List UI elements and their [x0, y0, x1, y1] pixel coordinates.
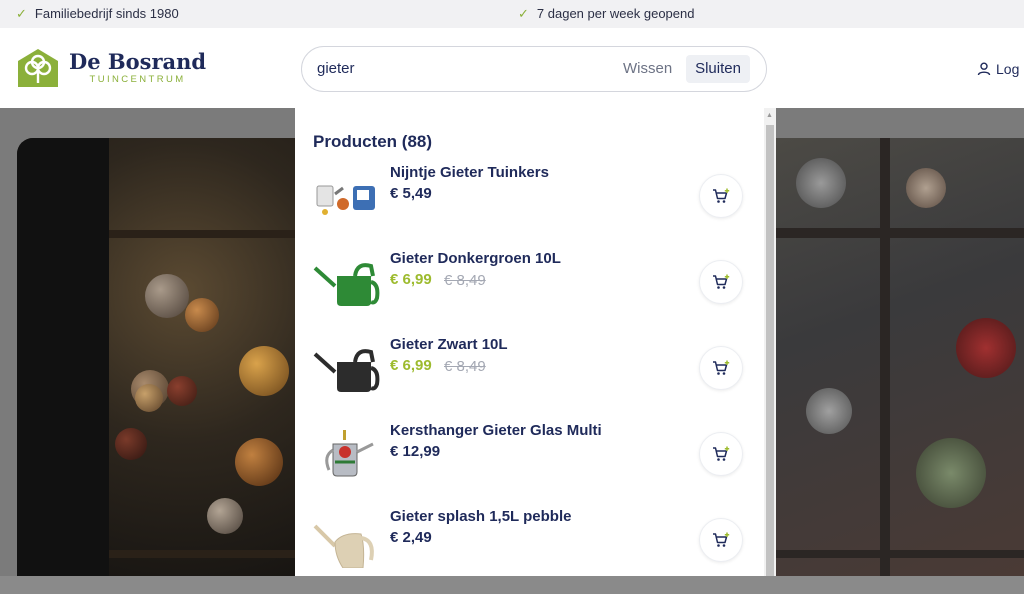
product-result-item[interactable]: Gieter Zwart 10L € 6,99 € 8,49 [295, 336, 765, 422]
add-to-cart-button[interactable] [699, 432, 743, 476]
site-header: De Bosrand TUINCENTRUM Wissen Sluiten Lo… [0, 28, 1024, 108]
add-to-cart-button[interactable] [699, 260, 743, 304]
product-sale-price: € 6,99 [390, 357, 432, 374]
login-link[interactable]: Log [977, 61, 1019, 77]
product-price: € 5,49 [390, 185, 432, 202]
logo-subtitle: TUINCENTRUM [89, 74, 186, 85]
usp-text: Familiebedrijf sinds 1980 [34, 6, 179, 21]
product-result-item[interactable]: Gieter Donkergroen 10L € 6,99 € 8,49 [295, 250, 765, 336]
scroll-up-arrow-icon[interactable]: ▲ [766, 112, 773, 119]
product-image [313, 349, 380, 392]
usp-text: 7 dagen per week geopend [536, 6, 695, 21]
product-title[interactable]: Nijntje Gieter Tuinkers [390, 164, 549, 181]
product-image [316, 185, 375, 215]
product-result-item[interactable]: Gieter splash 1,5L pebble € 2,49 [295, 508, 765, 594]
check-icon: ✓ [16, 6, 27, 21]
product-image [313, 524, 374, 568]
add-to-cart-button[interactable] [699, 346, 743, 390]
add-to-cart-button[interactable] [699, 518, 743, 562]
product-title[interactable]: Gieter Donkergroen 10L [390, 250, 561, 267]
site-logo[interactable]: De Bosrand TUINCENTRUM [17, 48, 206, 88]
usp-item: ✓ Familiebedrijf sinds 1980 [16, 6, 179, 21]
login-label: Log [996, 61, 1020, 77]
add-to-cart-button[interactable] [699, 174, 743, 218]
usp-bar: ✓ Familiebedrijf sinds 1980 ✓ 7 dagen pe… [0, 0, 1024, 28]
search-bar: Wissen Sluiten [301, 46, 767, 92]
search-input[interactable] [317, 58, 597, 78]
clear-search-button[interactable]: Wissen [623, 60, 672, 77]
cart-plus-icon [713, 446, 730, 461]
close-search-button[interactable]: Sluiten [686, 55, 750, 83]
product-result-item[interactable]: Nijntje Gieter Tuinkers € 5,49 [295, 164, 765, 250]
check-icon: ✓ [518, 6, 529, 21]
user-icon [977, 62, 991, 76]
logo-mark-icon [18, 49, 58, 87]
product-sale-price: € 6,99 [390, 271, 432, 288]
product-old-price: € 8,49 [444, 358, 486, 375]
product-title[interactable]: Kersthanger Gieter Glas Multi [390, 422, 602, 439]
product-image [325, 430, 374, 477]
product-price: € 12,99 [390, 443, 441, 460]
product-result-item[interactable]: Kersthanger Gieter Glas Multi € 12,99 [295, 422, 765, 508]
logo-name: De Bosrand [69, 49, 207, 74]
scrollbar-thumb[interactable] [766, 125, 774, 576]
usp-item: ✓ 7 dagen per week geopend [518, 6, 694, 21]
product-price: € 2,49 [390, 529, 432, 546]
cart-plus-icon [713, 532, 730, 547]
product-title[interactable]: Gieter Zwart 10L [390, 336, 508, 353]
cart-plus-icon [713, 360, 730, 375]
results-heading: Producten (88) [313, 132, 433, 151]
hero-image-right [776, 138, 1024, 576]
cart-plus-icon [713, 274, 730, 289]
hero-image [17, 138, 295, 576]
product-title[interactable]: Gieter splash 1,5L pebble [390, 508, 571, 525]
product-image [313, 263, 380, 306]
product-old-price: € 8,49 [444, 272, 486, 289]
cart-plus-icon [713, 188, 730, 203]
